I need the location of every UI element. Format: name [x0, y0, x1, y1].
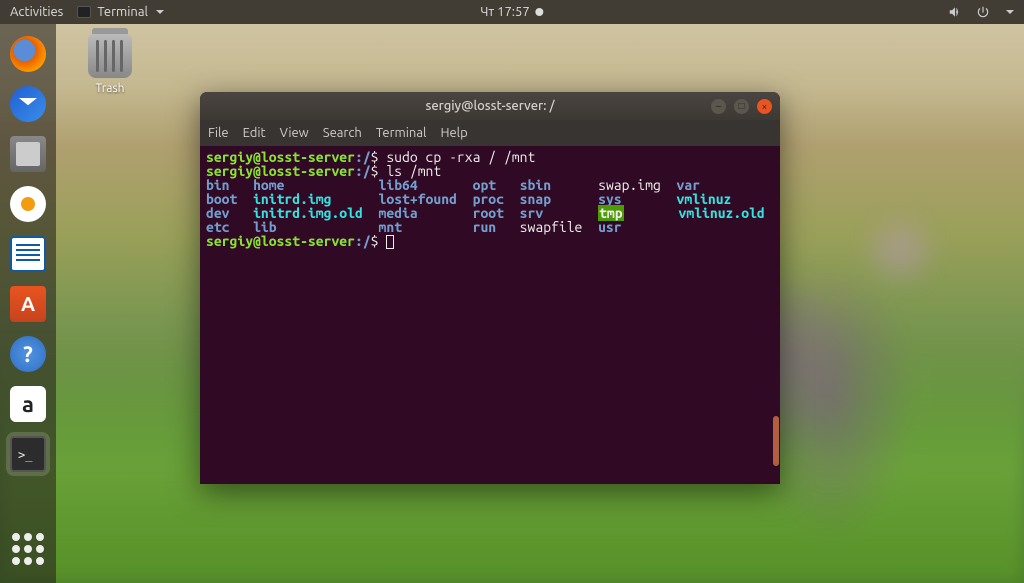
active-app-name: Terminal — [97, 5, 148, 19]
terminal-titlebar[interactable]: sergiy@losst-server: / ‒ □ × — [200, 92, 780, 120]
apps-grid-icon — [12, 533, 44, 565]
menu-view[interactable]: View — [280, 126, 309, 140]
dock-help[interactable]: ? — [6, 332, 50, 376]
clock-text: Чт 17:57 — [480, 5, 529, 19]
terminal-line: sergiy@losst-server:/$ sudo cp -rxa / /m… — [206, 150, 774, 164]
terminal-line: boot initrd.img lost+found proc snap sys… — [206, 192, 774, 206]
volume-icon[interactable] — [948, 5, 962, 19]
terminal-icon — [10, 436, 46, 472]
dock-firefox[interactable] — [6, 32, 50, 76]
menu-search[interactable]: Search — [323, 126, 362, 140]
menu-help[interactable]: Help — [440, 126, 467, 140]
minimize-button[interactable]: ‒ — [711, 99, 726, 114]
menu-file[interactable]: File — [208, 126, 229, 140]
show-applications[interactable] — [6, 527, 50, 571]
menu-terminal[interactable]: Terminal — [376, 126, 427, 140]
terminal-window: sergiy@losst-server: / ‒ □ × File Edit Vie… — [200, 92, 780, 484]
writer-icon — [10, 236, 46, 272]
dock-files[interactable] — [6, 132, 50, 176]
trash-label: Trash — [80, 82, 140, 95]
dock-rhythmbox[interactable] — [6, 182, 50, 226]
chevron-down-icon[interactable] — [1006, 10, 1014, 14]
thunderbird-icon — [10, 86, 46, 122]
maximize-button[interactable]: □ — [734, 99, 749, 114]
amazon-icon: a — [10, 386, 46, 422]
active-app-menu[interactable]: Terminal — [77, 5, 164, 19]
terminal-icon — [77, 6, 91, 18]
close-button[interactable]: × — [757, 99, 772, 114]
files-icon — [10, 136, 46, 172]
rhythmbox-icon — [10, 186, 46, 222]
firefox-icon — [10, 36, 46, 72]
menu-edit[interactable]: Edit — [243, 126, 266, 140]
cursor — [386, 235, 394, 249]
scrollbar-thumb[interactable] — [773, 416, 779, 466]
help-icon: ? — [10, 336, 46, 372]
trash-icon — [88, 34, 132, 78]
terminal-line: dev initrd.img.old media root srv tmp vm… — [206, 206, 774, 220]
desktop-trash[interactable]: Trash — [80, 34, 140, 95]
power-icon[interactable] — [976, 5, 990, 19]
top-bar: Activities Terminal Чт 17:57 — [0, 0, 1024, 24]
terminal-line: sergiy@losst-server:/$ ls /mnt — [206, 164, 774, 178]
terminal-line: bin home lib64 opt sbin swap.img var — [206, 178, 774, 192]
activities-button[interactable]: Activities — [10, 5, 63, 19]
terminal-prompt-line: sergiy@losst-server:/$ — [206, 234, 774, 249]
dock-software[interactable] — [6, 282, 50, 326]
chevron-down-icon — [156, 10, 164, 14]
software-icon — [10, 286, 46, 322]
dock-writer[interactable] — [6, 232, 50, 276]
terminal-scrollbar[interactable] — [772, 146, 780, 484]
terminal-line: etc lib mnt run swapfile usr — [206, 220, 774, 234]
terminal-body[interactable]: sergiy@losst-server:/$ sudo cp -rxa / /m… — [200, 146, 780, 484]
dock-thunderbird[interactable] — [6, 82, 50, 126]
indicator-dot-icon — [536, 8, 544, 16]
dock-terminal[interactable] — [6, 432, 50, 476]
dock-amazon[interactable]: a — [6, 382, 50, 426]
terminal-title: sergiy@losst-server: / — [200, 99, 780, 113]
terminal-menubar: File Edit View Search Terminal Help — [200, 120, 780, 146]
dock: ? a — [0, 24, 56, 583]
clock[interactable]: Чт 17:57 — [480, 5, 543, 19]
